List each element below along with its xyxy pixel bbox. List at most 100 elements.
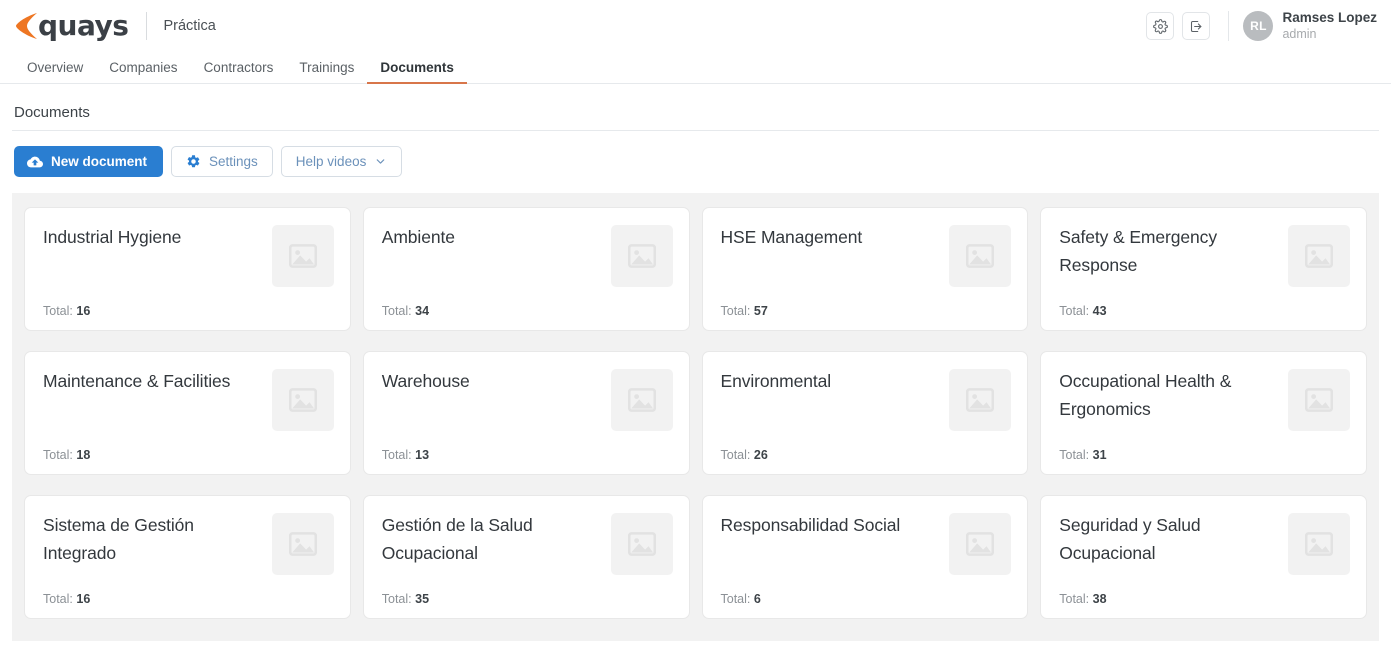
help-videos-button[interactable]: Help videos bbox=[281, 146, 403, 177]
card-total-value: 6 bbox=[754, 592, 761, 606]
image-placeholder-icon bbox=[286, 239, 320, 273]
logout-icon bbox=[1189, 19, 1204, 34]
card-title: Seguridad y Salud Ocupacional bbox=[1059, 511, 1259, 567]
user-menu[interactable]: RL Ramses Lopez admin bbox=[1243, 10, 1377, 43]
document-category-card[interactable]: Responsabilidad Social Total: 6 bbox=[702, 495, 1029, 619]
card-title: Gestión de la Salud Ocupacional bbox=[382, 511, 582, 567]
tab-contractors[interactable]: Contractors bbox=[191, 60, 287, 83]
image-placeholder-icon bbox=[625, 383, 659, 417]
tab-trainings[interactable]: Trainings bbox=[286, 60, 367, 83]
document-category-card[interactable]: Seguridad y Salud Ocupacional Total: 38 bbox=[1040, 495, 1367, 619]
card-thumbnail bbox=[272, 225, 334, 287]
card-top: Gestión de la Salud Ocupacional bbox=[382, 511, 673, 575]
card-title: Environmental bbox=[721, 367, 832, 395]
tab-overview[interactable]: Overview bbox=[14, 60, 96, 83]
card-total: Total: 6 bbox=[721, 592, 1012, 606]
chevron-down-icon bbox=[374, 155, 387, 168]
card-total-prefix: Total: bbox=[721, 592, 751, 606]
brand[interactable]: quays Práctica bbox=[14, 9, 216, 43]
card-thumbnail bbox=[1288, 513, 1350, 575]
settings-button[interactable]: Settings bbox=[171, 146, 273, 177]
avatar: RL bbox=[1243, 11, 1273, 41]
card-total-value: 43 bbox=[1093, 304, 1107, 318]
card-total-prefix: Total: bbox=[1059, 448, 1089, 462]
document-category-card[interactable]: Ambiente Total: 34 bbox=[363, 207, 690, 331]
image-placeholder-icon bbox=[286, 383, 320, 417]
card-total: Total: 13 bbox=[382, 448, 673, 462]
card-total: Total: 38 bbox=[1059, 592, 1350, 606]
document-category-card[interactable]: Environmental Total: 26 bbox=[702, 351, 1029, 475]
user-info: Ramses Lopez admin bbox=[1282, 10, 1377, 43]
toolbar: New document Settings Help videos bbox=[0, 131, 1391, 193]
card-total-prefix: Total: bbox=[721, 448, 751, 462]
card-total-value: 13 bbox=[415, 448, 429, 462]
card-thumbnail bbox=[949, 513, 1011, 575]
image-placeholder-icon bbox=[1302, 383, 1336, 417]
card-title: Sistema de Gestión Integrado bbox=[43, 511, 243, 567]
document-category-card[interactable]: Industrial Hygiene Total: 16 bbox=[24, 207, 351, 331]
card-title: Occupational Health & Ergonomics bbox=[1059, 367, 1259, 423]
card-thumbnail bbox=[949, 369, 1011, 431]
card-total: Total: 34 bbox=[382, 304, 673, 318]
card-top: Responsabilidad Social bbox=[721, 511, 1012, 575]
card-top: Environmental bbox=[721, 367, 1012, 431]
settings-icon-button[interactable] bbox=[1146, 12, 1174, 40]
quays-arrow-logo-icon bbox=[14, 11, 40, 41]
card-top: Maintenance & Facilities bbox=[43, 367, 334, 431]
brand-divider bbox=[146, 12, 147, 40]
card-total-prefix: Total: bbox=[1059, 592, 1089, 606]
card-top: Occupational Health & Ergonomics bbox=[1059, 367, 1350, 431]
help-videos-label: Help videos bbox=[296, 154, 367, 169]
card-total-value: 35 bbox=[415, 592, 429, 606]
card-total: Total: 16 bbox=[43, 592, 334, 606]
card-top: Industrial Hygiene bbox=[43, 223, 334, 287]
card-title: Warehouse bbox=[382, 367, 470, 395]
card-total: Total: 35 bbox=[382, 592, 673, 606]
card-total-prefix: Total: bbox=[1059, 304, 1089, 318]
topbar-separator bbox=[1228, 11, 1229, 41]
document-category-card[interactable]: Warehouse Total: 13 bbox=[363, 351, 690, 475]
document-category-card[interactable]: Occupational Health & Ergonomics Total: … bbox=[1040, 351, 1367, 475]
card-thumbnail bbox=[611, 225, 673, 287]
image-placeholder-icon bbox=[625, 239, 659, 273]
card-total: Total: 31 bbox=[1059, 448, 1350, 462]
card-total: Total: 16 bbox=[43, 304, 334, 318]
card-total-prefix: Total: bbox=[43, 304, 73, 318]
document-category-card[interactable]: Sistema de Gestión Integrado Total: 16 bbox=[24, 495, 351, 619]
card-total-prefix: Total: bbox=[382, 304, 412, 318]
card-total-value: 57 bbox=[754, 304, 768, 318]
document-category-card[interactable]: Maintenance & Facilities Total: 18 bbox=[24, 351, 351, 475]
card-title: Ambiente bbox=[382, 223, 455, 251]
card-total-prefix: Total: bbox=[382, 592, 412, 606]
card-total-value: 38 bbox=[1093, 592, 1107, 606]
card-thumbnail bbox=[272, 369, 334, 431]
tab-documents[interactable]: Documents bbox=[367, 60, 467, 83]
card-title: HSE Management bbox=[721, 223, 863, 251]
document-category-grid: Industrial Hygiene Total: 16 Ambiente bbox=[24, 207, 1367, 619]
new-document-button[interactable]: New document bbox=[14, 146, 163, 177]
tab-companies[interactable]: Companies bbox=[96, 60, 190, 83]
page-title: Documents bbox=[14, 104, 1377, 121]
card-total-prefix: Total: bbox=[721, 304, 751, 318]
page-header: Documents bbox=[0, 84, 1391, 130]
logo[interactable]: quays bbox=[14, 9, 128, 43]
user-name: Ramses Lopez bbox=[1282, 10, 1377, 27]
logout-button[interactable] bbox=[1182, 12, 1210, 40]
card-title: Responsabilidad Social bbox=[721, 511, 901, 539]
settings-label: Settings bbox=[209, 154, 258, 169]
documents-panel: Industrial Hygiene Total: 16 Ambiente bbox=[12, 193, 1379, 641]
card-total-value: 18 bbox=[76, 448, 90, 462]
card-top: HSE Management bbox=[721, 223, 1012, 287]
gear-icon bbox=[1153, 19, 1168, 34]
image-placeholder-icon bbox=[963, 383, 997, 417]
image-placeholder-icon bbox=[1302, 527, 1336, 561]
document-category-card[interactable]: Safety & Emergency Response Total: 43 bbox=[1040, 207, 1367, 331]
document-category-card[interactable]: Gestión de la Salud Ocupacional Total: 3… bbox=[363, 495, 690, 619]
card-top: Ambiente bbox=[382, 223, 673, 287]
document-category-card[interactable]: HSE Management Total: 57 bbox=[702, 207, 1029, 331]
card-total: Total: 43 bbox=[1059, 304, 1350, 318]
cloud-upload-icon bbox=[27, 154, 43, 170]
card-total-value: 26 bbox=[754, 448, 768, 462]
card-total-value: 16 bbox=[76, 592, 90, 606]
image-placeholder-icon bbox=[963, 239, 997, 273]
